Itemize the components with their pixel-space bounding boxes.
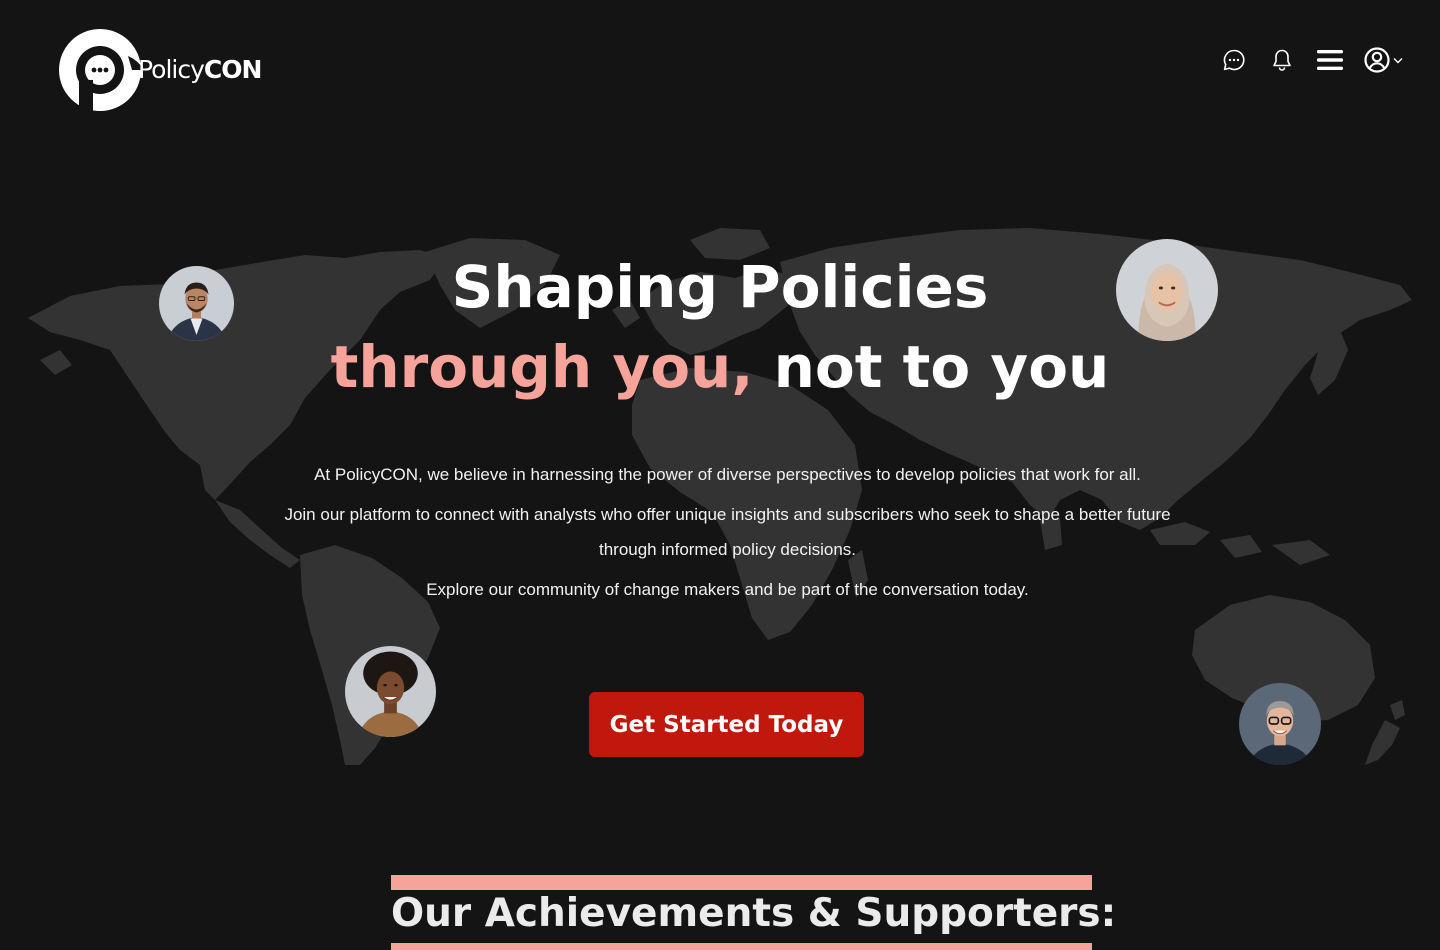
chat-bubble-icon[interactable] — [1220, 44, 1248, 76]
header-actions — [1220, 44, 1404, 76]
hero-paragraph-2: Join our platform to connect with analys… — [284, 505, 1171, 559]
hero-title-line-2: through you, not to you — [0, 328, 1440, 406]
hero-title-rest: not to you — [753, 333, 1110, 401]
user-circle-icon — [1364, 47, 1403, 73]
avatar-woman-afro — [345, 646, 436, 737]
hero-paragraph-3: Explore our community of change makers a… — [426, 580, 1029, 599]
bell-icon[interactable] — [1268, 44, 1296, 76]
logo-mark-icon — [59, 29, 144, 114]
get-started-button[interactable]: Get Started Today — [589, 692, 864, 757]
hero-title-line-1: Shaping Policies — [451, 253, 989, 321]
brand-name: PolicyCON — [138, 54, 262, 84]
user-menu-button[interactable] — [1364, 44, 1404, 76]
hamburger-menu-icon[interactable] — [1316, 44, 1344, 76]
avatar-man-glasses — [1239, 683, 1321, 765]
hero-paragraph-1: At PolicyCON, we believe in harnessing t… — [314, 465, 1141, 484]
hero-title-highlight: through you, — [330, 333, 754, 401]
achievements-section-title: Our Achievements & Supporters: — [391, 891, 1117, 936]
policycon-logo[interactable]: PolicyCON — [58, 26, 262, 114]
heading-accent-bar-bottom — [391, 943, 1092, 950]
